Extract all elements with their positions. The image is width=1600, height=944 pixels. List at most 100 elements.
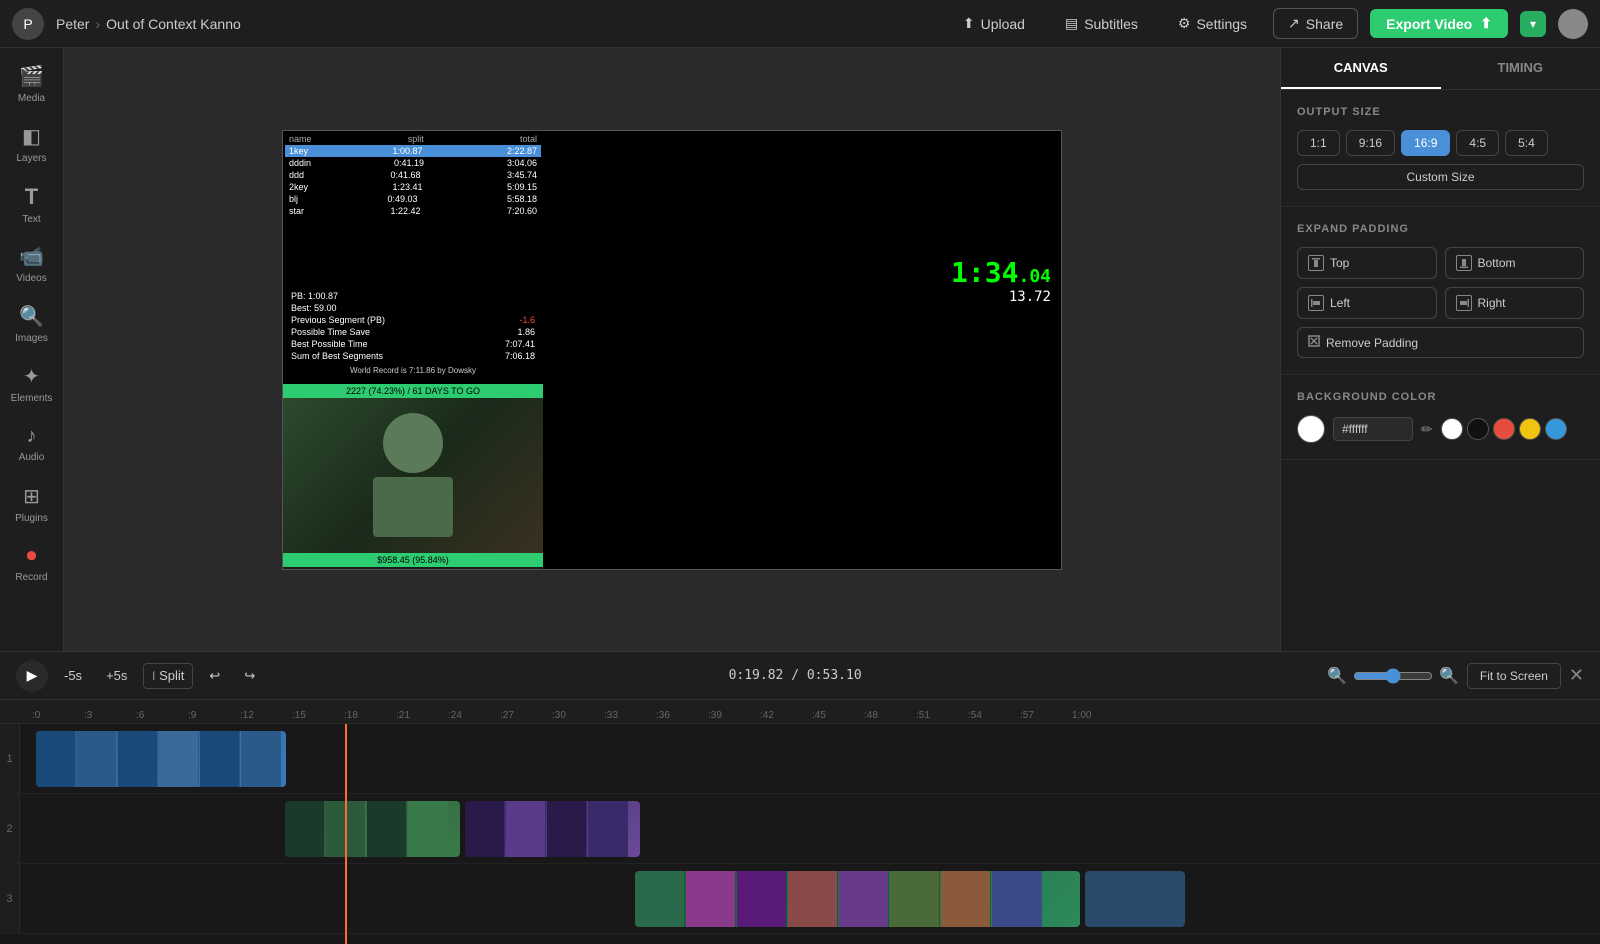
sidebar-item-plugins[interactable]: ⊞ Plugins	[4, 476, 60, 532]
video-canvas[interactable]: name split total 1key 1:00.87 2:22.87 dd…	[282, 130, 1062, 570]
track-clip-3b[interactable]	[1085, 871, 1185, 927]
padding-top-icon	[1308, 255, 1324, 271]
split-button[interactable]: ⧙ Split	[143, 663, 193, 689]
images-icon: 🔍	[19, 304, 44, 329]
size-btn-1-1[interactable]: 1:1	[1297, 130, 1340, 156]
stat-best: Best: 59.00	[291, 302, 535, 314]
app-logo: P	[12, 8, 44, 40]
logo-letter: P	[23, 16, 32, 32]
padding-bottom-button[interactable]: Bottom	[1445, 247, 1585, 279]
close-timeline-button[interactable]: ✕	[1569, 665, 1584, 686]
color-edit-icon[interactable]: ✏	[1421, 421, 1433, 438]
track-content-2[interactable]	[20, 794, 1600, 863]
right-tabs: CANVAS TIMING	[1281, 48, 1600, 90]
sidebar-item-record[interactable]: ⏺ Record	[4, 536, 60, 592]
scoreboard: name split total 1key 1:00.87 2:22.87 dd…	[283, 131, 543, 219]
swatch-black[interactable]	[1467, 418, 1489, 440]
track-row-1: 1	[0, 724, 1600, 794]
size-btn-9-16[interactable]: 9:16	[1346, 130, 1395, 156]
size-btn-5-4[interactable]: 5:4	[1505, 130, 1548, 156]
clip-thumbs	[285, 801, 448, 857]
tab-canvas[interactable]: CANVAS	[1281, 48, 1441, 89]
tab-timing[interactable]: TIMING	[1441, 48, 1600, 89]
swatch-red[interactable]	[1493, 418, 1515, 440]
padding-left-button[interactable]: Left	[1297, 287, 1437, 319]
output-size-title: OUTPUT SIZE	[1297, 106, 1584, 118]
expand-padding-title: EXPAND PADDING	[1297, 223, 1584, 235]
fit-screen-button[interactable]: Fit to Screen	[1467, 663, 1561, 689]
color-preview-button[interactable]	[1297, 415, 1325, 443]
track-content-1[interactable]	[20, 724, 1600, 793]
track-content-3[interactable]	[20, 864, 1600, 933]
zoom-out-icon[interactable]: 🔍	[1327, 666, 1347, 686]
right-panel: CANVAS TIMING OUTPUT SIZE 1:1 9:16 16:9 …	[1280, 48, 1600, 651]
padding-grid: Top Bottom Left	[1297, 247, 1584, 319]
sidebar-item-media[interactable]: 🎬 Media	[4, 56, 60, 112]
subtitles-icon: ▤	[1065, 15, 1078, 32]
subtitles-button[interactable]: ▤ Subtitles	[1051, 9, 1152, 38]
size-btn-4-5[interactable]: 4:5	[1456, 130, 1499, 156]
elements-icon: ✦	[23, 364, 40, 389]
score-row-dddin: dddin 0:41.19 3:04.06	[285, 157, 541, 169]
left-sidebar: 🎬 Media ◧ Layers T Text 📹 Videos 🔍 Image…	[0, 48, 64, 651]
timer-sub: 13.72	[951, 289, 1051, 305]
webcam-bottom-bar: $958.45 (95.84%)	[283, 553, 543, 567]
upload-button[interactable]: ⬆ Upload	[949, 9, 1039, 38]
remove-padding-button[interactable]: Remove Padding	[1297, 327, 1584, 358]
settings-icon: ⚙	[1178, 15, 1191, 32]
size-btn-16-9[interactable]: 16:9	[1401, 130, 1450, 156]
timeline-ruler: :0 :3 :6 :9 :12 :15 :18 :21 :24 :27 :30 …	[0, 700, 1600, 724]
sidebar-item-elements[interactable]: ✦ Elements	[4, 356, 60, 412]
zoom-slider[interactable]	[1353, 668, 1433, 684]
color-hex-input[interactable]	[1333, 417, 1413, 441]
track-clip-2a[interactable]	[285, 801, 460, 857]
redo-button[interactable]: ↪	[236, 664, 263, 688]
padding-bottom-icon	[1456, 255, 1472, 271]
padding-right-icon	[1456, 295, 1472, 311]
score-row-1key: 1key 1:00.87 2:22.87	[285, 145, 541, 157]
score-row-2key: 2key 1:23.41 5:09.15	[285, 181, 541, 193]
padding-top-button[interactable]: Top	[1297, 247, 1437, 279]
track-clip-3a[interactable]	[635, 871, 1080, 927]
export-button[interactable]: Export Video ⬆	[1370, 9, 1508, 38]
timeline-tracks[interactable]: 1 2	[0, 724, 1600, 944]
layers-icon: ◧	[22, 124, 41, 149]
text-icon: T	[25, 184, 38, 210]
share-button[interactable]: ↗ Share	[1273, 8, 1358, 39]
sidebar-item-images[interactable]: 🔍 Images	[4, 296, 60, 352]
track-clip-2b[interactable]	[465, 801, 640, 857]
video-content: name split total 1key 1:00.87 2:22.87 dd…	[283, 131, 1061, 569]
timeline-controls: ▶ -5s +5s ⧙ Split ↩ ↪ 0:19.82 / 0:53.10 …	[0, 652, 1600, 700]
swatch-blue[interactable]	[1545, 418, 1567, 440]
play-button[interactable]: ▶	[16, 660, 48, 692]
sidebar-item-videos[interactable]: 📹 Videos	[4, 236, 60, 292]
canvas-area: name split total 1key 1:00.87 2:22.87 dd…	[64, 48, 1280, 651]
undo-button[interactable]: ↩	[201, 664, 228, 688]
avatar	[1558, 9, 1588, 39]
clip-thumbs	[36, 731, 281, 787]
sidebar-item-audio[interactable]: ♪ Audio	[4, 416, 60, 472]
minus5-button[interactable]: -5s	[56, 664, 90, 687]
zoom-in-icon[interactable]: 🔍	[1439, 666, 1459, 686]
breadcrumb: Peter › Out of Context Kanno	[56, 16, 241, 32]
swatch-white[interactable]	[1441, 418, 1463, 440]
track-label-1: 1	[0, 724, 20, 793]
settings-button[interactable]: ⚙ Settings	[1164, 9, 1261, 38]
plus5-button[interactable]: +5s	[98, 664, 135, 687]
webcam-box: 2227 (74.23%) / 61 DAYS TO GO $958.45 (9…	[283, 384, 543, 569]
sidebar-item-layers[interactable]: ◧ Layers	[4, 116, 60, 172]
background-color-section: BACKGROUND COLOR ✏	[1281, 375, 1600, 460]
videos-icon: 📹	[19, 244, 44, 269]
topbar-actions: ⬆ Upload ▤ Subtitles ⚙ Settings ↗ Share …	[949, 8, 1588, 39]
custom-size-button[interactable]: Custom Size	[1297, 164, 1584, 190]
track-clip-1[interactable]	[36, 731, 286, 787]
record-icon: ⏺	[27, 545, 37, 568]
export-chevron-button[interactable]: ▾	[1520, 11, 1546, 37]
swatch-yellow[interactable]	[1519, 418, 1541, 440]
breadcrumb-user: Peter	[56, 16, 89, 32]
time-display: 0:19.82 / 0:53.10	[729, 668, 862, 683]
padding-right-button[interactable]: Right	[1445, 287, 1585, 319]
track-label-2: 2	[0, 794, 20, 863]
sidebar-item-text[interactable]: T Text	[4, 176, 60, 232]
audio-icon: ♪	[27, 425, 37, 448]
